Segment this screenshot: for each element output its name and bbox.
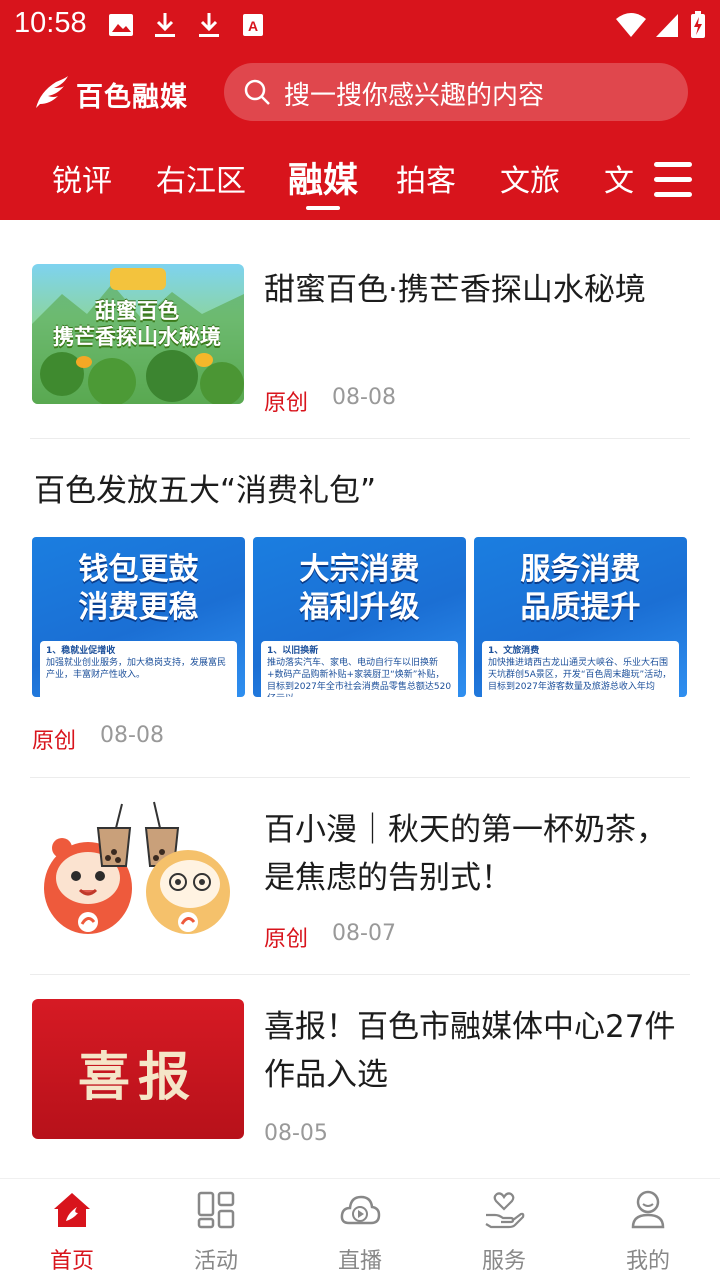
article-image: 钱包更鼓 消费更稳 1、稳就业促增收 加强就业创业服务，加大稳岗支持，发展富民产业，…	[32, 537, 245, 697]
nav-label: 活动	[193, 1249, 238, 1274]
tab-wenlv[interactable]: 文旅	[500, 156, 560, 200]
article-item[interactable]: 喜报 喜报！百色市融媒体中心27件作品入选 08-05	[0, 975, 720, 1175]
article-thumbnail: 甜蜜百色 携芒香探山水秘境	[32, 264, 244, 404]
channel-tabs: 锐评 右江区 融媒 拍客 文旅 文	[0, 150, 720, 210]
article-meta: 原创 08-08	[264, 385, 396, 417]
article-date: 08-05	[264, 1121, 328, 1146]
app-header: 10:58 A 百色融媒 搜一搜你感兴趣的内容 锐评 右江区 融媒 拍客 文旅 …	[0, 0, 720, 220]
nav-label: 首页	[49, 1249, 94, 1274]
nav-profile[interactable]: 我的	[598, 1189, 698, 1275]
search-bar[interactable]: 搜一搜你感兴趣的内容	[224, 63, 688, 121]
article-image: 大宗消费 福利升级 1、以旧换新 推动落实汽车、家电、电动自行车以旧换新+数码产品购…	[253, 537, 466, 697]
article-meta: 原创 08-07	[264, 921, 396, 953]
nav-service[interactable]: 服务	[454, 1189, 554, 1275]
tab-youjiang[interactable]: 右江区	[156, 156, 246, 200]
search-icon	[244, 79, 270, 105]
brand-logo: 百色融媒	[30, 74, 188, 114]
channel-menu-button[interactable]	[640, 150, 720, 210]
article-meta: 08-05	[264, 1121, 328, 1146]
gallery-notification-icon	[109, 14, 133, 36]
article-date: 08-07	[332, 921, 396, 946]
nav-home[interactable]: 首页	[22, 1189, 122, 1275]
signal-icon	[656, 14, 678, 37]
download-icon	[199, 13, 219, 37]
nav-live[interactable]: 直播	[310, 1189, 410, 1275]
search-placeholder: 搜一搜你感兴趣的内容	[284, 81, 545, 111]
bottom-navigation: 首页 活动 直播 服务 我的	[0, 1178, 720, 1280]
article-item[interactable]: 百色发放五大“消费礼包” 钱包更鼓 消费更稳 1、稳就业促增收 加强就业创业服务，加…	[0, 439, 720, 777]
nav-activity[interactable]: 活动	[166, 1189, 266, 1275]
original-tag: 原创	[264, 391, 309, 416]
wifi-icon	[616, 13, 646, 37]
home-icon	[54, 1193, 90, 1227]
tab-rongmei[interactable]: 融媒	[288, 152, 358, 203]
activity-grid-icon	[197, 1191, 235, 1229]
status-bar: 10:58 A	[0, 0, 720, 50]
battery-icon	[691, 11, 705, 38]
svg-text:A: A	[248, 18, 258, 34]
article-thumbnail: 喜报	[32, 999, 244, 1139]
article-item[interactable]: 甜蜜百色 携芒香探山水秘境 甜蜜百色·携芒香探山水秘境 原创 08-08	[0, 220, 720, 438]
status-time: 10:58	[14, 7, 87, 39]
original-tag: 原创	[32, 729, 77, 754]
article-title: 喜报！百色市融媒体中心27件作品入选	[264, 1009, 676, 1093]
tab-ruiping[interactable]: 锐评	[52, 156, 112, 200]
brand-name: 百色融媒	[76, 81, 188, 113]
thumbnail-caption: 喜报	[77, 1048, 198, 1108]
milk-tea-cartoon-image	[44, 801, 230, 934]
article-date: 08-08	[100, 723, 164, 748]
nav-label: 服务	[481, 1249, 526, 1274]
article-thumbnail	[32, 798, 244, 938]
article-date: 08-08	[332, 385, 396, 410]
article-meta: 原创 08-08	[32, 723, 164, 755]
thumbnail-caption: 甜蜜百色 携芒香探山水秘境	[53, 299, 221, 349]
tab-paike[interactable]: 拍客	[396, 156, 456, 200]
brand-flame-icon	[36, 76, 68, 108]
article-image: 服务消费 品质提升 1、文旅消费 加快推进靖西古龙山通灵大峡谷、乐业大石围天坑群创5…	[474, 537, 687, 697]
live-play-icon	[340, 1195, 381, 1225]
download-icon	[155, 13, 175, 37]
article-title: 百小漫｜秋天的第一杯奶茶，是焦虑的告别式！	[264, 812, 667, 896]
tab-wen[interactable]: 文	[604, 156, 634, 200]
app-notification-icon: A	[243, 14, 263, 36]
article-item[interactable]: 百小漫｜秋天的第一杯奶茶，是焦虑的告别式！ 原创 08-07	[0, 778, 720, 974]
active-tab-indicator	[306, 206, 340, 210]
nav-label: 直播	[337, 1249, 382, 1274]
original-tag: 原创	[264, 927, 309, 952]
nav-label: 我的	[625, 1249, 670, 1274]
service-hand-heart-icon	[485, 1192, 525, 1229]
article-title: 甜蜜百色·携芒香探山水秘境	[264, 272, 646, 308]
article-image-row: 钱包更鼓 消费更稳 1、稳就业促增收 加强就业创业服务，加大稳岗支持，发展富民产业，…	[32, 537, 688, 697]
profile-icon	[631, 1190, 665, 1229]
article-title: 百色发放五大“消费礼包”	[34, 473, 377, 509]
